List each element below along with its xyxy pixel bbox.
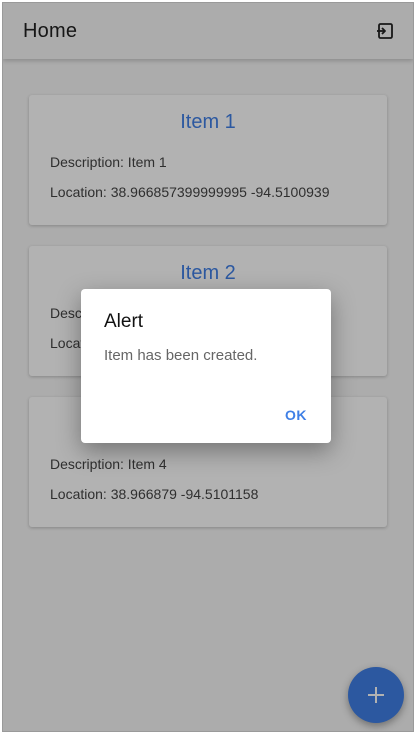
alert-dialog: Alert Item has been created. OK xyxy=(81,289,331,443)
alert-message: Item has been created. xyxy=(104,347,258,364)
alert-title: Alert xyxy=(104,311,144,332)
ok-button[interactable]: OK xyxy=(279,403,313,427)
